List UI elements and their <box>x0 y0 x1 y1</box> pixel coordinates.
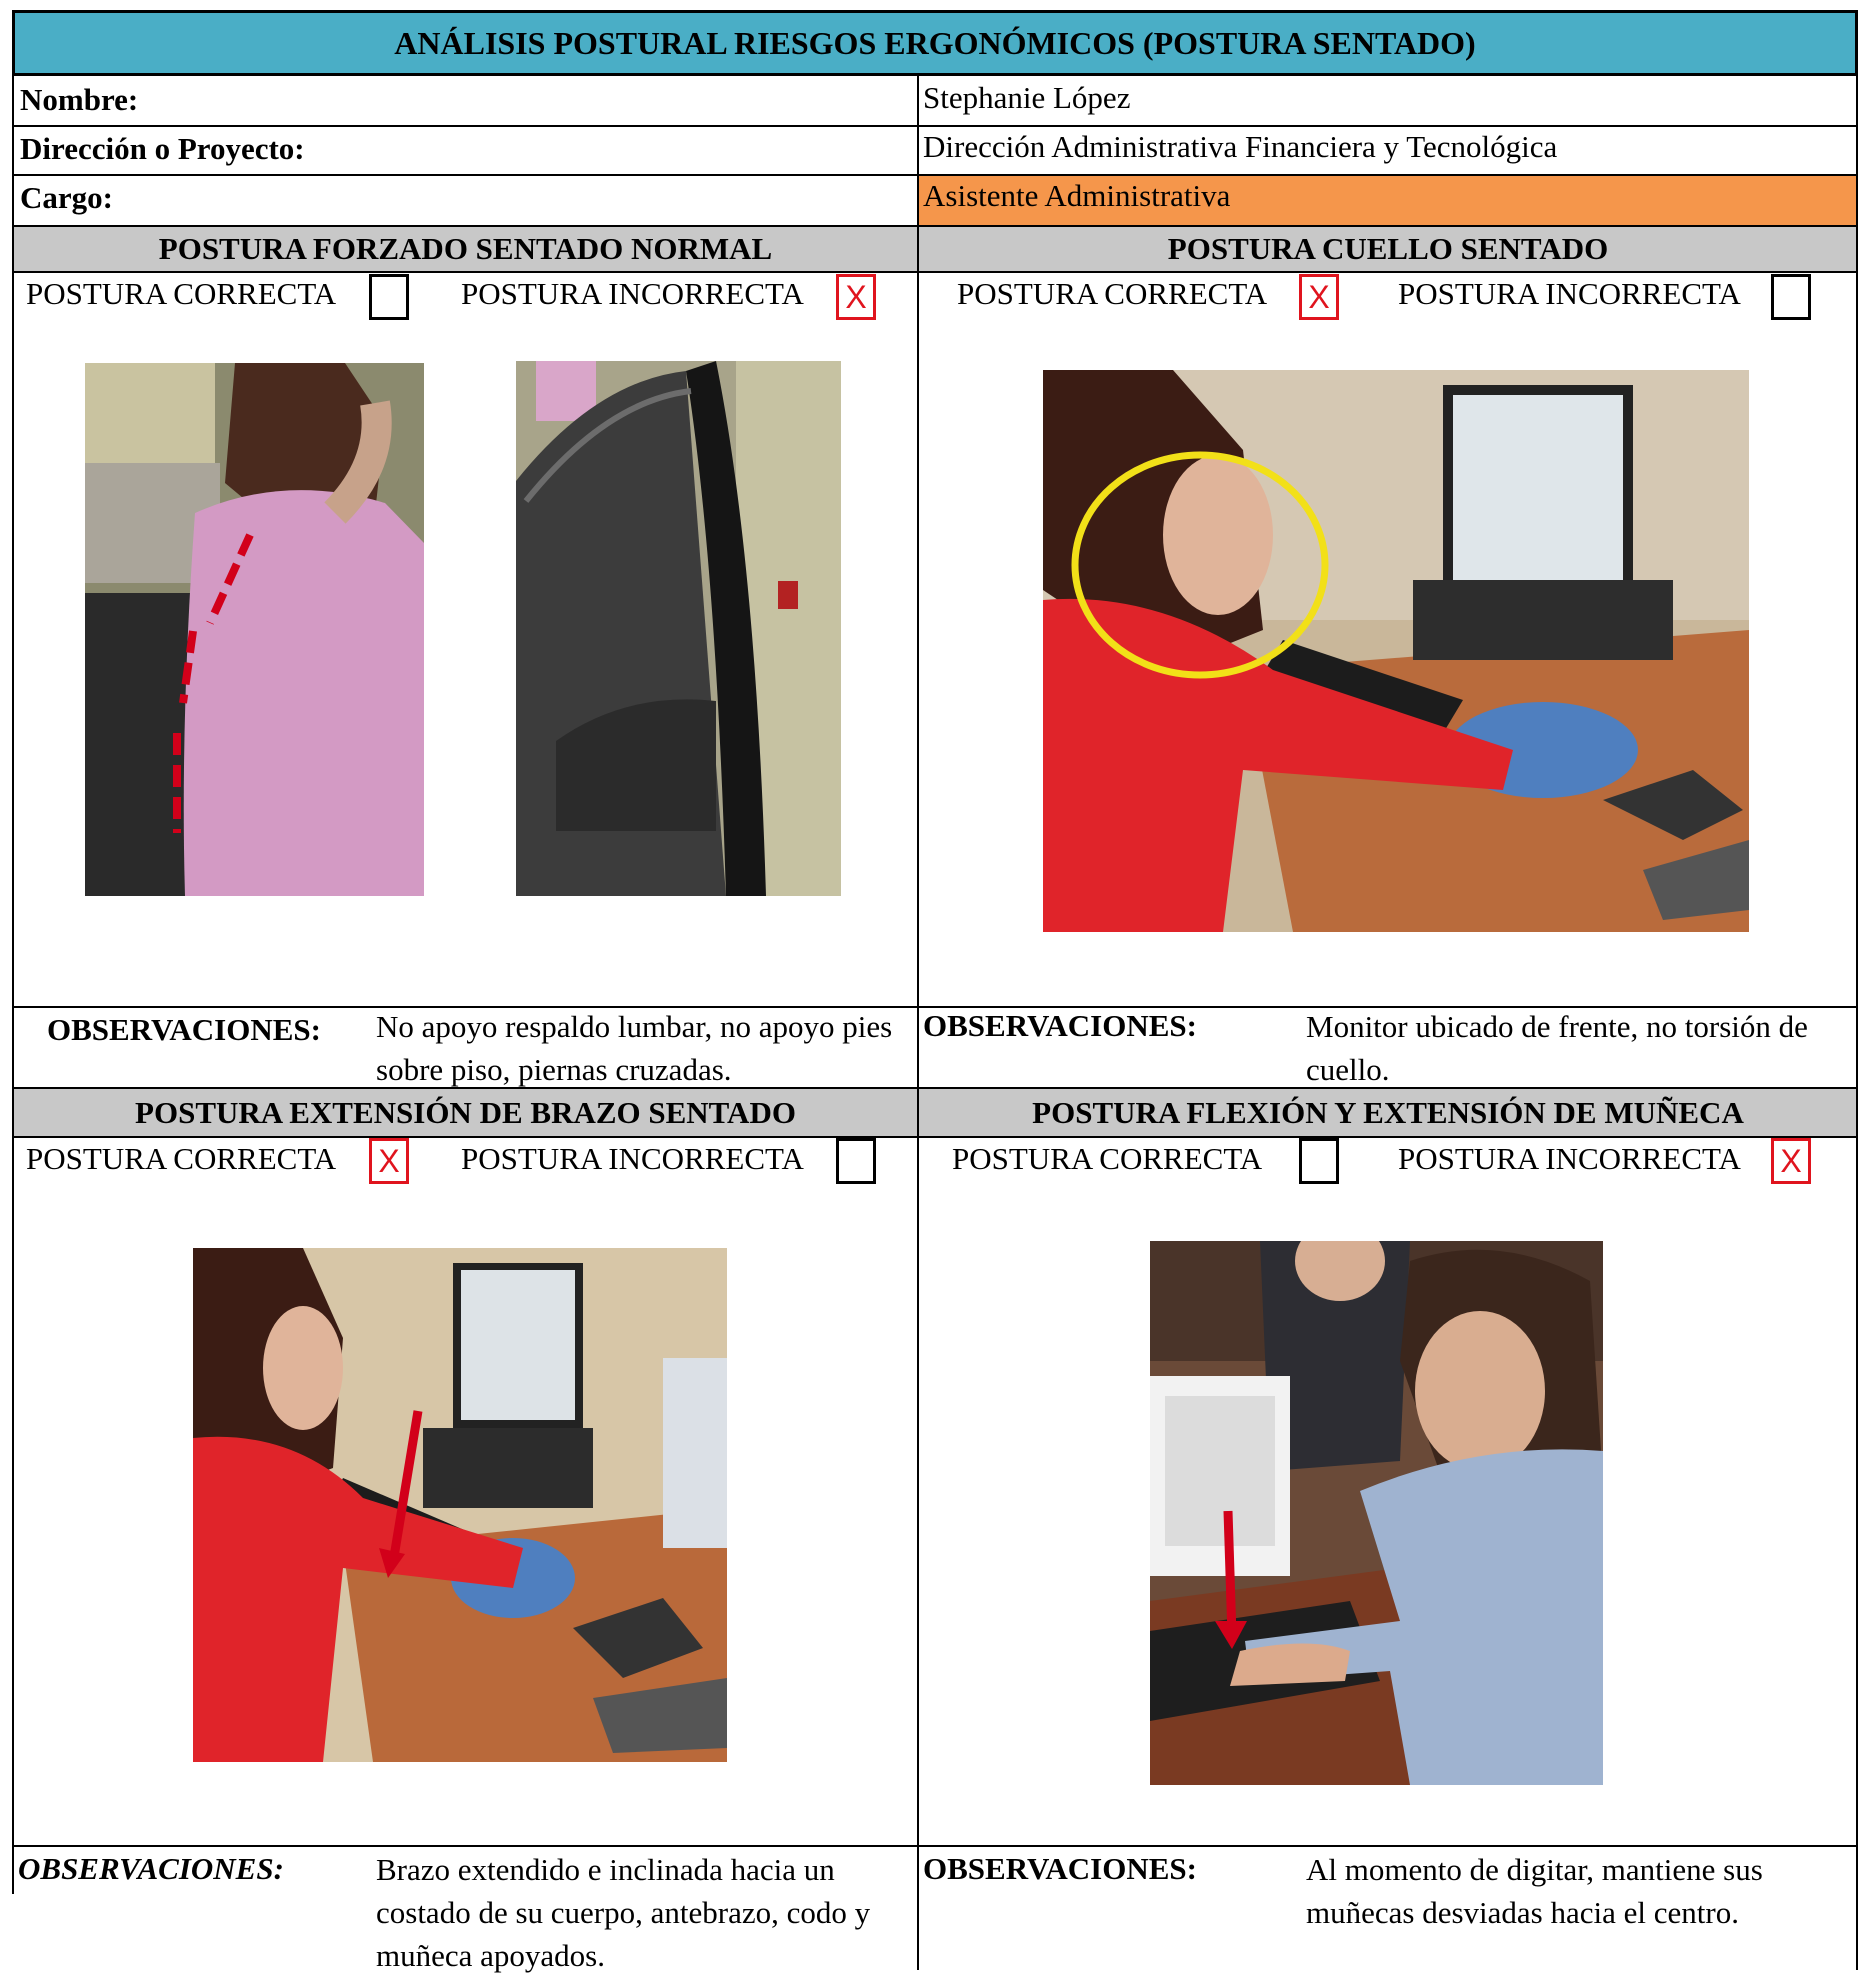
s3-obs-label: OBSERVACIONES: <box>18 1851 284 1886</box>
s2-correcta-label: POSTURA CORRECTA <box>957 276 1268 311</box>
s4-obs-text: Al momento de digitar, mantiene sus muñe… <box>1306 1852 1763 1930</box>
direccion-label: Dirección o Proyecto: <box>20 131 305 166</box>
s2-correcta-mark: X <box>1308 279 1330 315</box>
s2-obs-label: OBSERVACIONES: <box>923 1008 1197 1043</box>
cargo-value: Asistente Administrativa <box>923 178 1231 213</box>
s3-incorrecta-label: POSTURA INCORRECTA <box>461 1141 804 1176</box>
direccion-value: Dirección Administrativa Financiera y Te… <box>923 129 1558 164</box>
s1-correcta-label: POSTURA CORRECTA <box>26 276 337 311</box>
photo-neck-posture <box>1043 370 1749 932</box>
photo-back-posture <box>85 363 424 896</box>
s1-incorrecta-mark: X <box>845 279 867 315</box>
s3-correcta-mark: X <box>378 1143 400 1179</box>
s1-incorrecta-checkbox[interactable]: X <box>836 274 876 320</box>
cargo-label: Cargo: <box>20 180 113 215</box>
s3-correcta-label: POSTURA CORRECTA <box>26 1141 337 1176</box>
photo-arm-extension <box>193 1248 727 1762</box>
s2-correcta-checkbox[interactable]: X <box>1299 274 1339 320</box>
s4-correcta-label: POSTURA CORRECTA <box>952 1141 1263 1176</box>
s4-incorrecta-checkbox[interactable]: X <box>1771 1138 1811 1184</box>
s4-incorrecta-mark: X <box>1780 1143 1802 1179</box>
form-title: ANÁLISIS POSTURAL RIESGOS ERGONÓMICOS (P… <box>12 10 1858 76</box>
s4-correcta-checkbox[interactable] <box>1299 1138 1339 1184</box>
s1-obs-label: OBSERVACIONES: <box>47 1012 321 1047</box>
info-table: Nombre: Stephanie López Dirección o Proy… <box>12 76 1858 226</box>
s4-incorrecta-label: POSTURA INCORRECTA <box>1398 1141 1741 1176</box>
photo-chair-closeup <box>516 361 841 896</box>
section-4-header: POSTURA FLEXIÓN Y EXTENSIÓN DE MUÑECA <box>919 1089 1857 1136</box>
s1-incorrecta-label: POSTURA INCORRECTA <box>461 276 804 311</box>
nombre-label: Nombre: <box>20 82 139 117</box>
s2-incorrecta-label: POSTURA INCORRECTA <box>1398 276 1741 311</box>
s1-obs-text: No apoyo respaldo lumbar, no apoyo pies … <box>376 1009 893 1087</box>
s4-obs-label: OBSERVACIONES: <box>923 1851 1197 1886</box>
s3-obs-text: Brazo extendido e inclinada hacia un cos… <box>376 1852 871 1973</box>
photo-wrist-flexion <box>1150 1241 1603 1785</box>
s3-incorrecta-checkbox[interactable] <box>836 1138 876 1184</box>
section-3-header: POSTURA EXTENSIÓN DE BRAZO SENTADO <box>14 1089 917 1136</box>
section-1-header: POSTURA FORZADO SENTADO NORMAL <box>14 227 917 271</box>
section-2-header: POSTURA CUELLO SENTADO <box>919 227 1857 271</box>
s3-correcta-checkbox[interactable]: X <box>369 1138 409 1184</box>
nombre-value: Stephanie López <box>923 80 1131 115</box>
s1-correcta-checkbox[interactable] <box>369 274 409 320</box>
s2-incorrecta-checkbox[interactable] <box>1771 274 1811 320</box>
s2-obs-text: Monitor ubicado de frente, no torsión de… <box>1306 1009 1808 1087</box>
